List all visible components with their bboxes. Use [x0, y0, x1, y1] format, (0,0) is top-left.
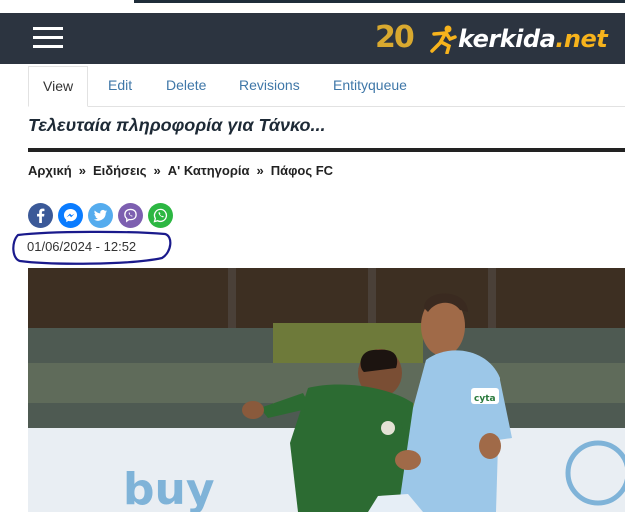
breadcrumb-separator: » [78, 163, 86, 178]
share-buttons [28, 203, 173, 228]
site-logo[interactable]: kerkida.net [428, 23, 608, 55]
article-photo: buy cyta [28, 268, 625, 512]
runner-icon [430, 25, 457, 54]
viber-share-button[interactable] [118, 203, 143, 228]
admin-tabs: View Edit Delete Revisions Entityqueue [28, 66, 625, 107]
breadcrumb-separator: » [256, 163, 264, 178]
menu-icon[interactable] [33, 27, 63, 49]
sponsor-text: cyta [474, 394, 496, 404]
breadcrumb-news[interactable]: Ειδήσεις [93, 163, 147, 178]
twitter-icon [93, 209, 108, 221]
breadcrumb-category[interactable]: Α' Κατηγορία [168, 163, 250, 178]
messenger-icon [63, 208, 78, 223]
messenger-share-button[interactable] [58, 203, 83, 228]
anniversary-badge: 20 [375, 20, 415, 55]
title-divider [28, 148, 625, 152]
tab-delete[interactable]: Delete [166, 66, 206, 106]
breadcrumb-home[interactable]: Αρχική [28, 163, 72, 178]
twitter-share-button[interactable] [88, 203, 113, 228]
tab-revisions[interactable]: Revisions [239, 66, 300, 106]
facebook-icon [37, 208, 45, 223]
board-text: buy [123, 464, 215, 512]
site-header: 20 kerkida.net [0, 13, 625, 64]
logo-suffix: .net [555, 25, 608, 53]
date-highlight-annotation [12, 230, 172, 265]
breadcrumb-separator: » [153, 163, 161, 178]
photo-image: buy cyta [28, 268, 625, 512]
whatsapp-icon [153, 208, 168, 223]
viber-icon [124, 208, 137, 223]
tab-view[interactable]: View [28, 66, 89, 107]
top-accent-line [134, 0, 625, 3]
breadcrumb: Αρχική » Ειδήσεις » Α' Κατηγορία » Πάφος FC [28, 163, 333, 178]
article-title: Τελευταία πληροφορία για Τάνκο... [28, 115, 326, 135]
logo-text: kerkida [458, 25, 556, 53]
whatsapp-share-button[interactable] [148, 203, 173, 228]
tab-entityqueue[interactable]: Entityqueue [333, 66, 407, 106]
facebook-share-button[interactable] [28, 203, 53, 228]
tab-edit[interactable]: Edit [108, 66, 132, 106]
breadcrumb-team[interactable]: Πάφος FC [271, 163, 333, 178]
